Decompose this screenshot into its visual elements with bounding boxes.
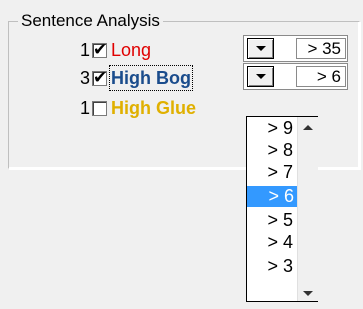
high-bog-threshold-value[interactable]: > 6 — [296, 66, 346, 87]
scroll-down-arrow-icon[interactable] — [303, 291, 313, 296]
long-threshold-combo[interactable]: > 35 — [243, 35, 348, 62]
high-glue-checkbox[interactable] — [92, 101, 107, 116]
dropdown-option-selected[interactable]: > 6 — [247, 186, 298, 207]
row-count: 3 — [79, 68, 90, 88]
high-bog-label: High Bog — [109, 65, 193, 91]
high-bog-threshold-dropdown-button[interactable] — [247, 66, 274, 87]
dropdown-option[interactable]: > 4 — [247, 232, 297, 253]
high-glue-label: High Glue — [111, 98, 196, 118]
row-long: 1 ✔ Long > 35 — [0, 35, 360, 64]
row-high-bog: 3 ✔ High Bog > 6 — [0, 63, 360, 92]
dropdown-option[interactable]: > 8 — [247, 140, 297, 161]
high-bog-checkbox[interactable]: ✔ — [92, 68, 108, 87]
high-bog-threshold-combo[interactable]: > 6 — [243, 63, 348, 90]
dropdown-option[interactable]: > 9 — [247, 118, 297, 139]
scroll-up-arrow-icon[interactable] — [303, 125, 313, 130]
long-checkbox[interactable]: ✔ — [92, 40, 108, 59]
check-icon: ✔ — [93, 40, 108, 59]
threshold-dropdown-list[interactable]: > 9 > 8 > 7 > 6 > 5 > 4 > 3 — [246, 116, 318, 302]
dropdown-option[interactable]: > 3 — [247, 256, 297, 277]
check-icon: ✔ — [93, 68, 108, 87]
row-count: 1 — [79, 40, 90, 60]
row-count: 1 — [79, 98, 90, 118]
group-title: Sentence Analysis — [18, 11, 163, 31]
long-threshold-dropdown-button[interactable] — [247, 38, 274, 59]
dropdown-option[interactable]: > 5 — [247, 210, 297, 231]
long-label: Long — [111, 40, 152, 60]
dropdown-option[interactable]: > 7 — [247, 162, 297, 183]
dropdown-scrollbar[interactable] — [297, 117, 318, 301]
long-threshold-value[interactable]: > 35 — [296, 38, 346, 59]
